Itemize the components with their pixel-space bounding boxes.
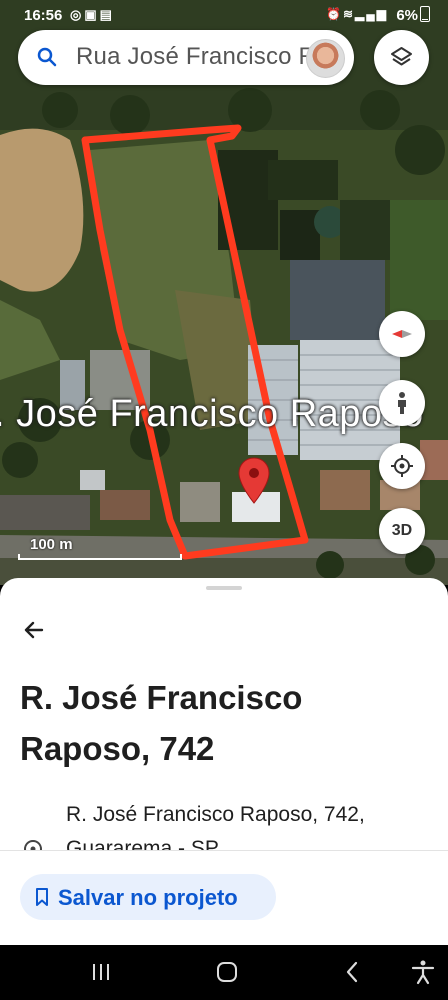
- search-icon: [37, 47, 57, 67]
- my-location-button[interactable]: [379, 443, 425, 489]
- address-text: R. José Francisco Raposo, 742, Guararema…: [66, 803, 365, 850]
- drag-handle[interactable]: [206, 586, 242, 590]
- status-bar: 16:56 ◎▣▤ ⏰≋▂▄▆ 6%: [0, 0, 448, 30]
- save-label: Salvar no projeto: [58, 885, 238, 910]
- accessibility-icon[interactable]: [408, 959, 438, 985]
- bookmark-icon: [36, 888, 48, 906]
- back-icon[interactable]: [338, 959, 368, 985]
- system-icons: ⏰≋▂▄▆: [326, 7, 388, 21]
- battery-level: 6%: [396, 7, 418, 24]
- wifi-icon: ≋: [342, 7, 356, 21]
- gallery-icon: ▤: [99, 7, 115, 22]
- search-bar[interactable]: Rua José Francisco Raposo, 742: [18, 30, 354, 85]
- clock: 16:56: [24, 7, 63, 24]
- save-to-project-button[interactable]: Salvar no projeto: [20, 874, 276, 920]
- image-icon: ▣: [84, 7, 100, 22]
- battery-icon: [420, 6, 430, 22]
- place-title: R. José Francisco Raposo, 742: [20, 679, 303, 767]
- 3d-label: 3D: [391, 522, 413, 539]
- compass-button[interactable]: [379, 311, 425, 357]
- layers-button[interactable]: [374, 30, 429, 85]
- system-nav-bar: [0, 945, 448, 1000]
- 3d-toggle-button[interactable]: 3D: [379, 508, 425, 554]
- layers-icon: [391, 47, 412, 66]
- address-row[interactable]: R. José Francisco Raposo, 742, Guararema…: [0, 798, 448, 850]
- satellite-map[interactable]: Rua José Francisco Raposo, 742 3D: [0, 0, 448, 585]
- recent-apps-icon[interactable]: [86, 959, 116, 985]
- location-pin-icon: [23, 840, 43, 850]
- whatsapp-icon: ◎: [70, 7, 85, 22]
- street-label: . José Francisco Raposo: [0, 393, 424, 435]
- home-icon[interactable]: [212, 959, 242, 985]
- street-view-button[interactable]: [379, 380, 425, 426]
- signal-icon: ▂▄▆: [355, 7, 388, 21]
- battery-indicator: 6%: [396, 6, 430, 24]
- avatar[interactable]: [306, 39, 345, 78]
- scale-label: 100 m: [30, 536, 73, 553]
- place-sheet[interactable]: R. José Francisco Raposo, 742 R. José Fr…: [0, 578, 448, 945]
- alarm-icon: ⏰: [326, 7, 343, 21]
- compass-icon: [392, 330, 412, 338]
- pegman-icon: [398, 392, 406, 414]
- notification-icons: ◎▣▤: [70, 7, 115, 23]
- scale-line: [18, 554, 182, 560]
- satellite-imagery: [0, 0, 448, 585]
- divider: [0, 850, 448, 851]
- search-input[interactable]: Rua José Francisco Raposo, 742: [76, 43, 319, 71]
- crosshair-icon: [391, 455, 413, 477]
- location-marker-icon: [238, 457, 270, 504]
- back-arrow-icon[interactable]: [20, 616, 48, 644]
